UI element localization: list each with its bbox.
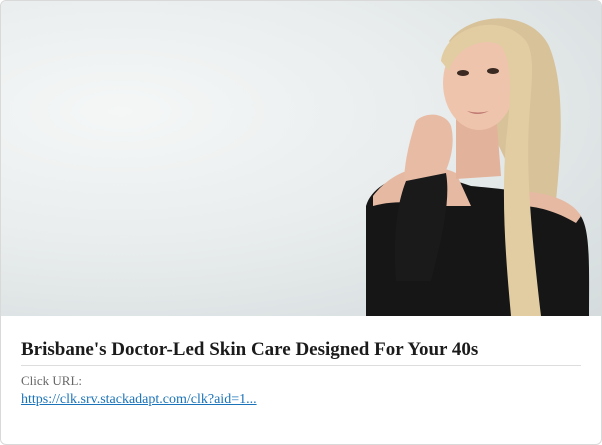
ad-hero-image[interactable] xyxy=(1,1,601,316)
ad-headline[interactable]: Brisbane's Doctor-Led Skin Care Designed… xyxy=(21,339,581,361)
ad-card: Brisbane's Doctor-Led Skin Care Designed… xyxy=(0,0,602,445)
portrait-illustration xyxy=(366,18,590,316)
divider xyxy=(21,365,581,366)
click-url-label: Click URL: xyxy=(21,373,83,388)
click-url-link[interactable]: https://clk.srv.stackadapt.com/clk?aid=1… xyxy=(21,392,257,408)
